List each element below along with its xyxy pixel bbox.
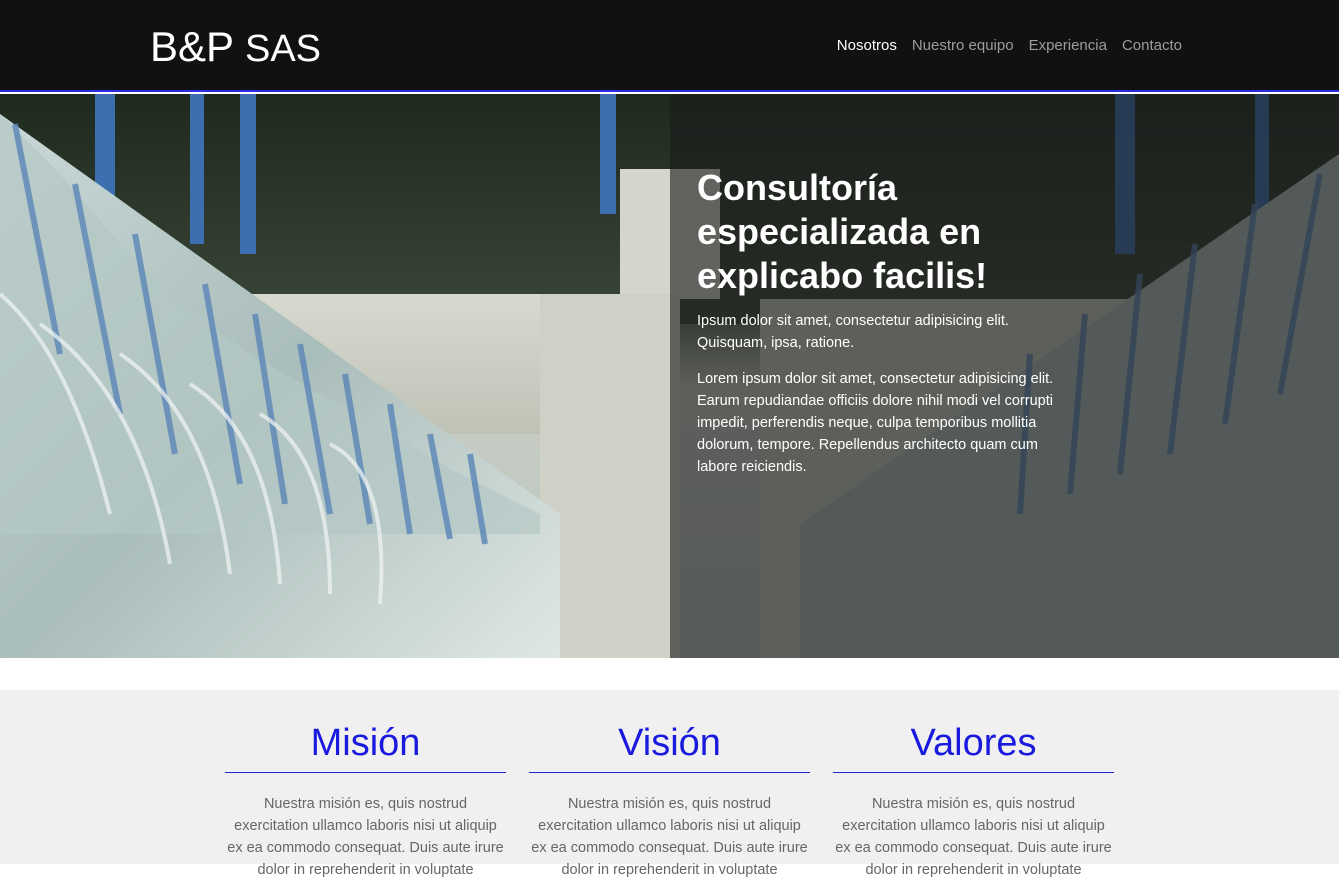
feature-text: Nuestra misión es, quis nostrud exercita…	[835, 796, 1112, 878]
feature-text: Nuestra misión es, quis nostrud exercita…	[531, 796, 808, 878]
feature-text: Nuestra misión es, quis nostrud exercita…	[227, 796, 504, 878]
feature-mision: Misión Nuestra misión es, quis nostrud e…	[225, 720, 506, 881]
brand-logo[interactable]: B&P SAS	[150, 22, 321, 74]
nav-link-experiencia[interactable]: Experiencia	[1029, 36, 1107, 56]
features-section: Misión Nuestra misión es, quis nostrud e…	[0, 690, 1339, 878]
hero-section: Consultoría especializada en explicabo f…	[0, 94, 1339, 658]
feature-title: Valores	[833, 720, 1114, 773]
brand-name: B&P	[150, 23, 234, 70]
brand-suffix: SAS	[244, 28, 322, 70]
navbar: B&P SAS Nosotros Nuestro equipo Experien…	[0, 0, 1339, 92]
feature-title: Misión	[225, 720, 506, 773]
main-nav: Nosotros Nuestro equipo Experiencia Cont…	[837, 36, 1182, 56]
nav-link-nuestro-equipo[interactable]: Nuestro equipo	[912, 36, 1014, 56]
hero-title: Consultoría especializada en explicabo f…	[697, 167, 988, 296]
nav-link-contacto[interactable]: Contacto	[1122, 36, 1182, 56]
feature-title: Visión	[529, 720, 810, 773]
hero-subtitle: Ipsum dolor sit amet, consectetur adipis…	[697, 313, 1009, 351]
feature-vision: Visión Nuestra misión es, quis nostrud e…	[529, 720, 810, 881]
feature-valores: Valores Nuestra misión es, quis nostrud …	[833, 720, 1114, 881]
nav-link-nosotros[interactable]: Nosotros	[837, 36, 897, 56]
hero-description: Lorem ipsum dolor sit amet, consectetur …	[697, 371, 1054, 475]
hero-content: Consultoría especializada en explicabo f…	[697, 166, 1082, 492]
